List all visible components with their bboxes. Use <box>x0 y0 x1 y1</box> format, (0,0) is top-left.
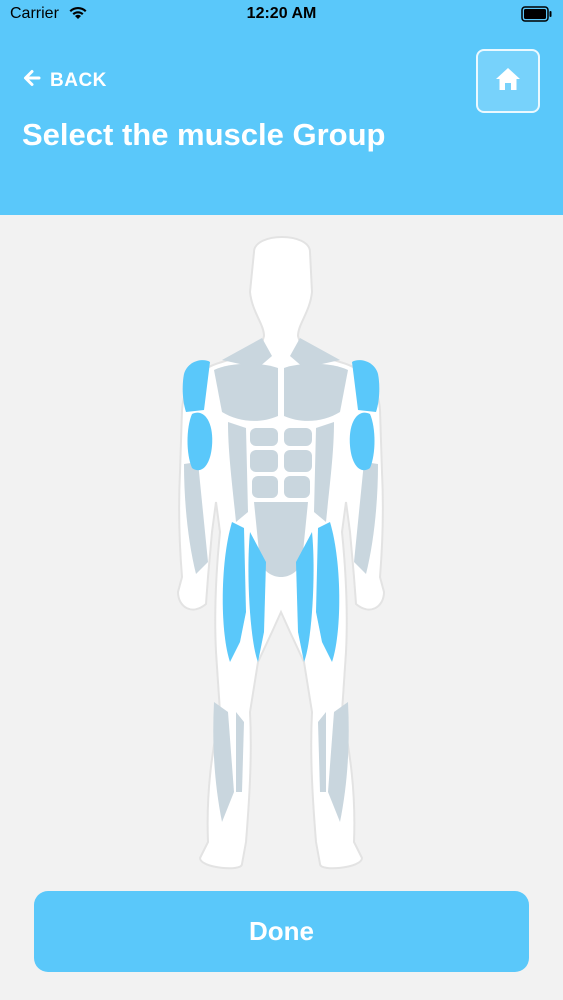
status-bar: Carrier 12:20 AM <box>0 0 563 30</box>
muscle-map <box>170 232 393 874</box>
battery-icon <box>521 6 553 22</box>
back-button[interactable]: BACK <box>22 68 107 94</box>
arrow-left-icon <box>22 68 42 94</box>
done-button[interactable]: Done <box>34 891 529 972</box>
back-label: BACK <box>50 70 107 91</box>
home-button[interactable] <box>476 49 540 113</box>
header: Carrier 12:20 AM BACK Select the muscle … <box>0 0 563 215</box>
home-icon <box>495 67 521 96</box>
status-time: 12:20 AM <box>246 5 317 22</box>
page-title: Select the muscle Group <box>22 117 386 152</box>
